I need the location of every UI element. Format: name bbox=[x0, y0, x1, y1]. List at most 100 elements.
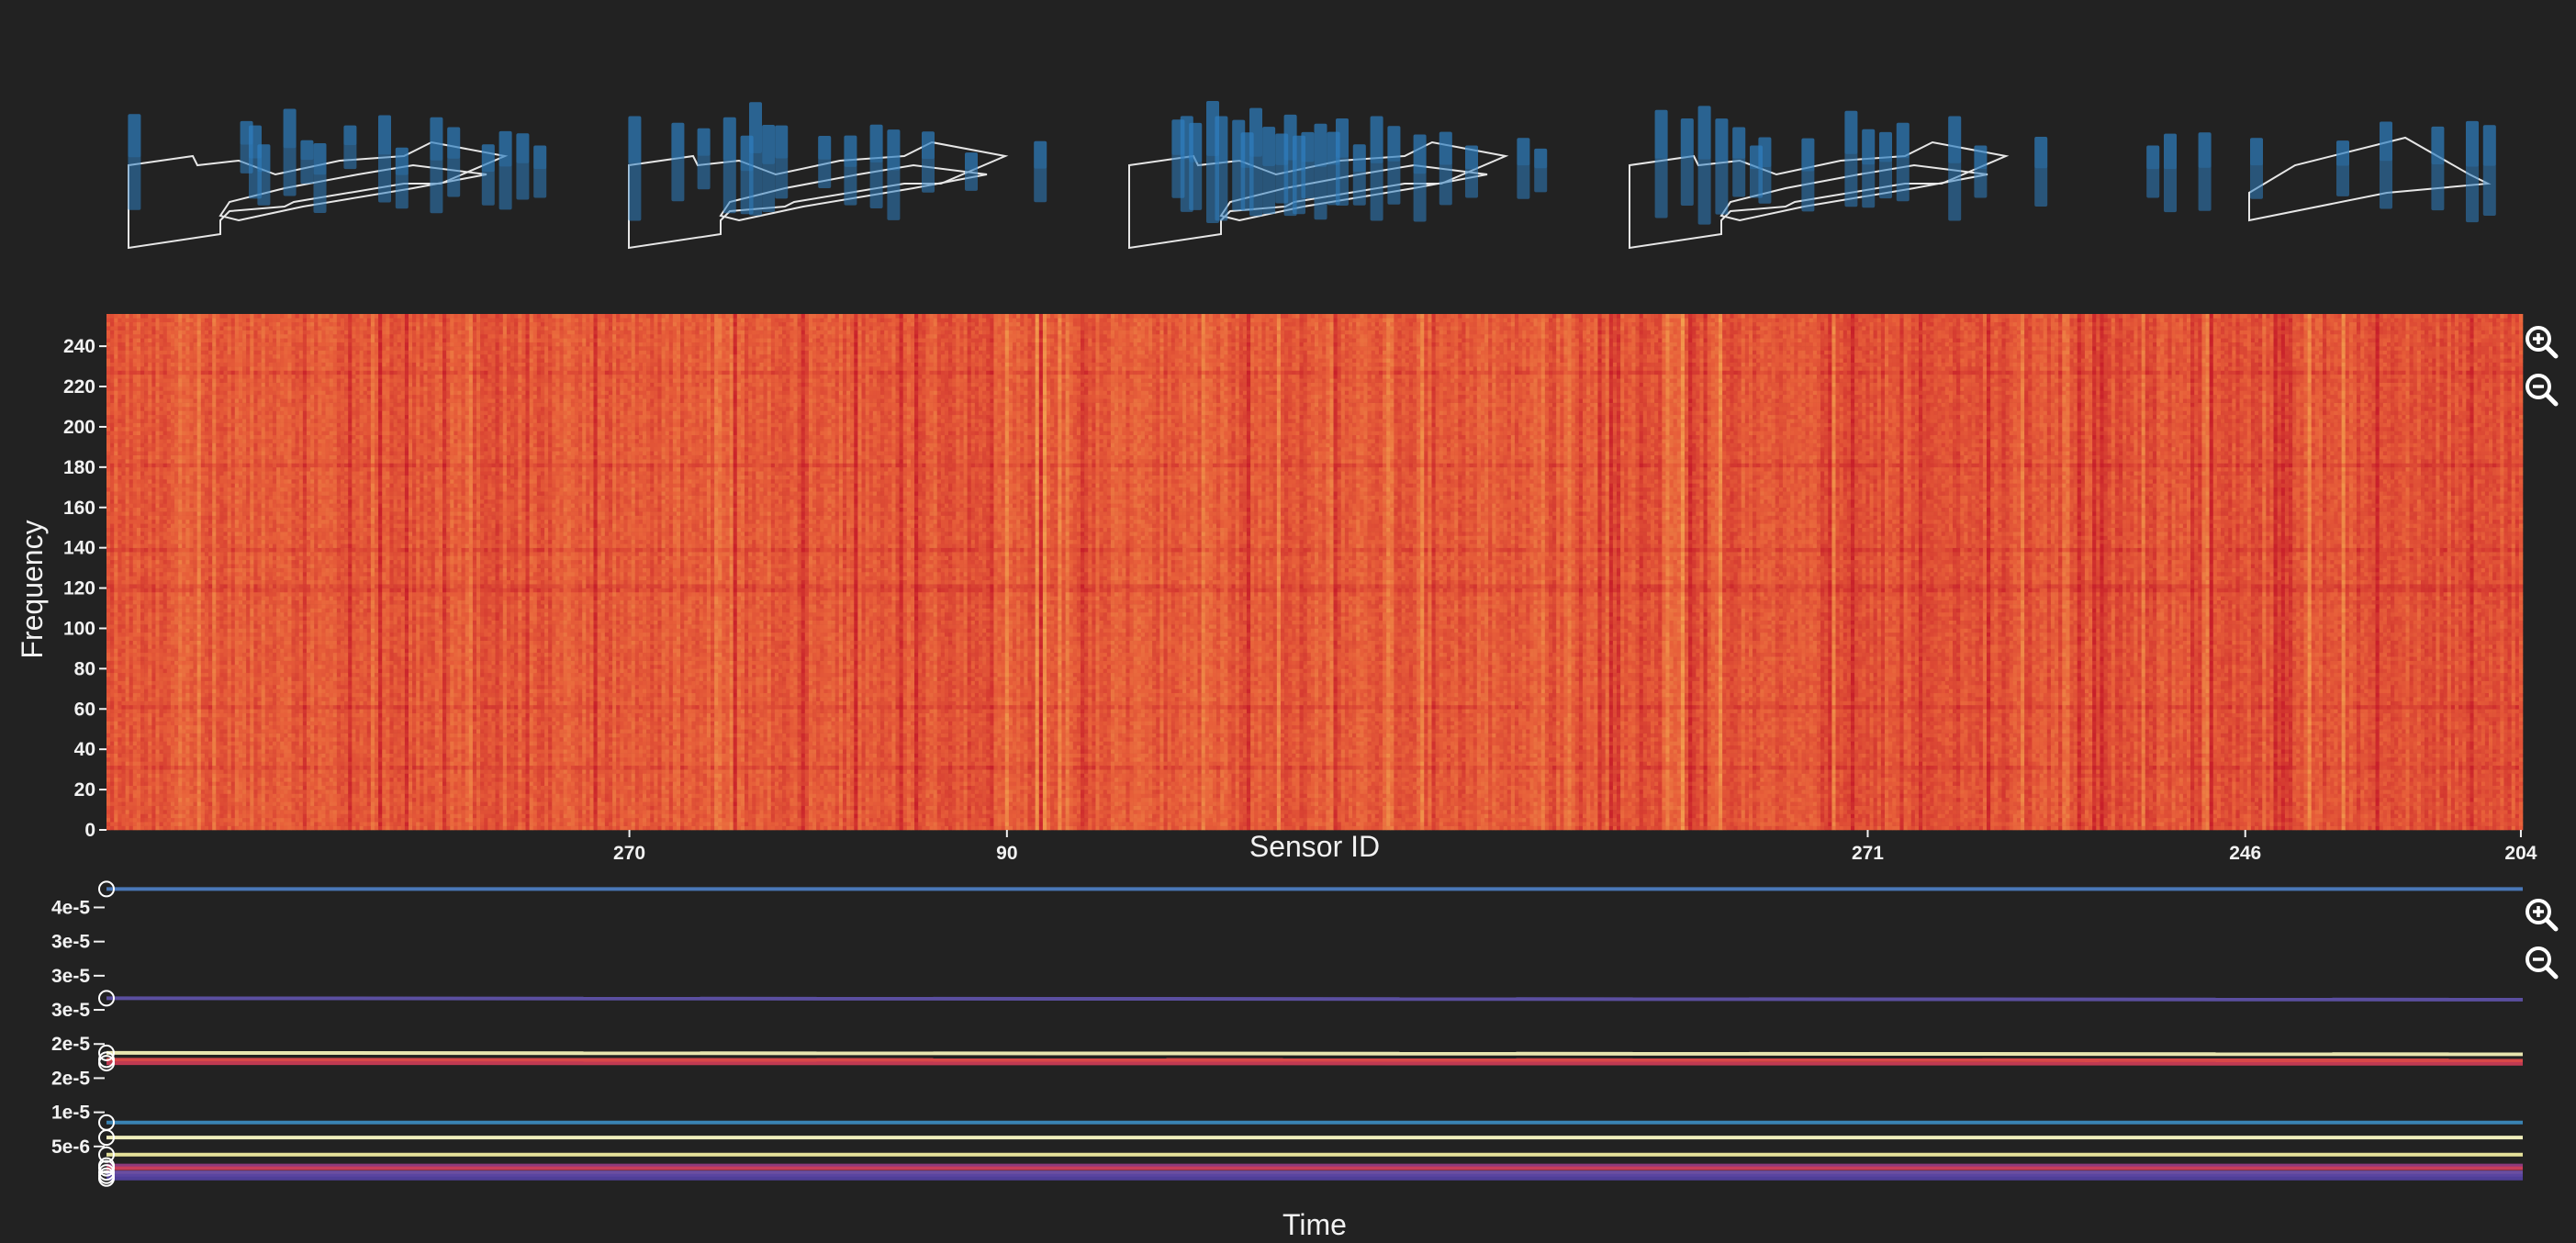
heatmap-zoom-out-button[interactable] bbox=[2523, 371, 2559, 408]
sensor-bar-top bbox=[1862, 129, 1875, 164]
sensor-bar-top bbox=[2250, 138, 2263, 165]
heatmap-y-tick-label: 240 bbox=[63, 336, 95, 357]
sensor-bar-top bbox=[1034, 141, 1047, 169]
heatmap-zoom-in-button[interactable] bbox=[2523, 323, 2559, 360]
line-y-axis: 4e-5 3e-5 3e-5 3e-5 2e-5 2e-5 1e-5 5e-6 bbox=[51, 897, 105, 1157]
line-y-tick-label: 1e-5 bbox=[51, 1103, 90, 1124]
sensor-bar-top bbox=[1315, 124, 1327, 167]
spectrogram-heatmap: 020406080100120140160180200220240 270 90 2… bbox=[0, 294, 2576, 863]
sensor-bar-top bbox=[1974, 146, 1987, 170]
sensor-bar-top bbox=[671, 123, 684, 158]
sensor-bar-top bbox=[128, 114, 140, 157]
line-y-tick-label: 3e-5 bbox=[51, 932, 90, 953]
sensor-bar-top bbox=[2199, 132, 2212, 167]
heatmap-y-tick-label: 80 bbox=[74, 658, 95, 679]
heatmap-y-tick-label: 20 bbox=[74, 779, 95, 801]
sensor-bar-top bbox=[257, 144, 270, 172]
sensor-bar-top bbox=[1758, 138, 1771, 167]
line-y-tick-label: 5e-6 bbox=[51, 1137, 90, 1158]
timeseries-zoom-in-button[interactable] bbox=[2523, 896, 2559, 933]
line-y-tick-label: 3e-5 bbox=[51, 1000, 90, 1021]
sensor-bar-top bbox=[2431, 127, 2444, 164]
sensor-bar-top bbox=[2146, 146, 2159, 170]
sensor-bar-top bbox=[1387, 126, 1400, 161]
line-series-group bbox=[99, 881, 2523, 1185]
heatmap-y-tick-label: 60 bbox=[74, 699, 95, 720]
sensor-bar-top bbox=[2336, 140, 2349, 165]
floorplan-outline bbox=[2249, 138, 2488, 220]
sensor-bar-top bbox=[723, 118, 736, 161]
sensor-bar-top bbox=[1534, 149, 1547, 168]
line-y-tick-label: 2e-5 bbox=[51, 1034, 90, 1055]
zoom-in-icon bbox=[2523, 896, 2559, 933]
sensor-bar-top bbox=[1897, 123, 1910, 158]
sensor-bar-top bbox=[284, 109, 297, 149]
sensor-bar-top bbox=[887, 129, 900, 170]
series-line bbox=[106, 998, 2523, 999]
sensor-bar-top bbox=[1371, 117, 1383, 163]
floorplan-panel bbox=[1630, 106, 2047, 248]
sensor-bar-top bbox=[1844, 111, 1857, 154]
sensor-bar-top bbox=[2483, 125, 2496, 165]
sensor-bar-top bbox=[628, 117, 641, 163]
sensor-bar-top bbox=[533, 146, 546, 170]
floorplan-outline bbox=[629, 142, 1005, 248]
sensor-bar-top bbox=[1681, 118, 1694, 158]
sensor-bar-top bbox=[762, 125, 775, 164]
heatmap-x-tick-label: 270 bbox=[613, 843, 645, 863]
zoom-in-icon bbox=[2523, 323, 2559, 360]
sensor-bar-top bbox=[1301, 132, 1314, 162]
heatmap-x-tick-label: 204 bbox=[2504, 843, 2537, 863]
sensor-bar-top bbox=[870, 125, 883, 162]
sensor-bar-top bbox=[516, 133, 529, 162]
floorplan-row bbox=[0, 0, 2576, 275]
line-y-tick-label: 2e-5 bbox=[51, 1068, 90, 1089]
sensor-bar-top bbox=[1879, 132, 1892, 162]
series-line bbox=[106, 1063, 2523, 1064]
sensor-bar-top bbox=[1189, 123, 1202, 162]
series-line bbox=[106, 1053, 2523, 1054]
sensor-bar-top bbox=[499, 131, 512, 166]
heatmap-y-tick-label: 180 bbox=[63, 457, 95, 478]
sensor-bar-top bbox=[1465, 146, 1478, 170]
sensor-bar-top bbox=[1655, 110, 1668, 159]
sensor-bar-top bbox=[922, 131, 935, 159]
zoom-out-icon bbox=[2523, 944, 2559, 980]
heatmap-x-tick-label: 246 bbox=[2229, 843, 2261, 863]
sensor-bar-top bbox=[965, 152, 978, 170]
heatmap-x-axis: 270 90 271 246 204 bbox=[613, 830, 2537, 863]
sensor-bar-top bbox=[1414, 135, 1427, 174]
line-y-tick-label: 4e-5 bbox=[51, 897, 90, 918]
sensor-bar-top bbox=[2466, 121, 2479, 167]
heatmap-x-axis-title: Sensor ID bbox=[1249, 830, 1380, 863]
sensor-bar-top bbox=[343, 126, 356, 145]
line-y-tick-label: 3e-5 bbox=[51, 966, 90, 987]
sensor-bar-top bbox=[1715, 118, 1728, 162]
sensor-bar-top bbox=[1262, 127, 1275, 166]
timeseries-zoom-out-button[interactable] bbox=[2523, 944, 2559, 980]
floorplan-panel bbox=[1129, 101, 1547, 248]
sensor-bar-top bbox=[1801, 139, 1814, 172]
sensor-bar-top bbox=[1732, 128, 1745, 159]
sensor-bar-top bbox=[482, 144, 495, 172]
sensor-bar-top bbox=[430, 118, 442, 161]
sensor-bar-top bbox=[300, 140, 313, 160]
sensor-bar-top bbox=[447, 128, 460, 159]
sensor-bar-top bbox=[844, 136, 857, 167]
sensor-bar-top bbox=[1698, 106, 1711, 159]
sensor-bar-top bbox=[1353, 144, 1366, 172]
sensor-bar-top bbox=[1439, 132, 1452, 165]
heatmap-y-tick-label: 0 bbox=[84, 820, 95, 841]
sensor-bar-top bbox=[378, 116, 391, 155]
heatmap-y-tick-label: 120 bbox=[63, 578, 95, 599]
heatmap-x-tick-label: 90 bbox=[996, 843, 1017, 863]
heatmap-y-tick-label: 100 bbox=[63, 618, 95, 639]
floorplan-panel bbox=[628, 102, 1047, 248]
heatmap-y-axis: 020406080100120140160180200220240 bbox=[63, 336, 106, 841]
sensor-bar-top bbox=[1215, 117, 1227, 163]
time-series-chart: 4e-53e-53e-53e-52e-52e-51e-55e-6 Time bbox=[0, 863, 2576, 1243]
heatmap-cells bbox=[106, 314, 2523, 830]
sensor-bar-top bbox=[2380, 122, 2392, 162]
sensor-bar-top bbox=[749, 102, 762, 153]
heatmap-y-tick-label: 140 bbox=[63, 538, 95, 559]
